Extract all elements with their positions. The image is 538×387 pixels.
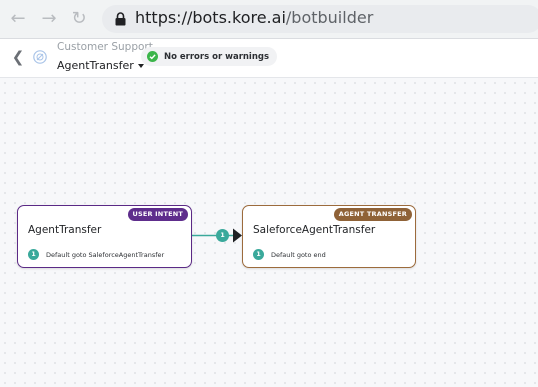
url-base: https://bots.kore.ai [135, 8, 286, 27]
bot-name: Customer Support [57, 41, 153, 53]
transition-rule[interactable]: 1 Default goto end [253, 249, 326, 260]
status-badge: No errors or warnings [141, 47, 278, 66]
arrow-left-icon[interactable]: ← [7, 8, 29, 30]
transition-rule[interactable]: 1 Default goto SaleforceAgentTransfer [28, 249, 164, 260]
reload-icon[interactable]: ↻ [68, 8, 90, 30]
status-text: No errors or warnings [164, 51, 270, 62]
rule-text: Default goto SaleforceAgentTransfer [46, 250, 165, 259]
url-path: /botbuilder [285, 8, 374, 27]
url-text[interactable]: https://bots.kore.ai/botbuilder [135, 7, 373, 29]
lock-icon [115, 12, 126, 26]
caret-down-icon [137, 64, 144, 68]
bot-icon [33, 50, 47, 64]
user-intent-node[interactable]: USER INTENT AgentTransfer 1 Default goto… [17, 205, 192, 268]
task-selector[interactable]: AgentTransfer [57, 59, 144, 72]
chevron-left-icon[interactable]: ❮ [10, 49, 26, 65]
rule-number: 1 [28, 249, 39, 260]
node-title: AgentTransfer [28, 224, 102, 236]
task-name: AgentTransfer [57, 59, 134, 72]
user-intent-badge: USER INTENT [127, 208, 188, 221]
agent-transfer-node[interactable]: AGENT TRANSFER SaleforceAgentTransfer 1 … [242, 205, 416, 268]
connector-label[interactable]: 1 [216, 229, 229, 242]
browser-toolbar: ← → ↻ https://bots.kore.ai/botbuilder [0, 0, 538, 39]
app-header: ❮ Customer Support AgentTransfer No erro… [0, 39, 538, 78]
rule-number: 1 [253, 249, 264, 260]
check-circle-icon [147, 51, 158, 62]
agent-transfer-badge: AGENT TRANSFER [333, 208, 412, 221]
rule-text: Default goto end [271, 250, 326, 259]
arrow-right-icon[interactable]: → [38, 8, 60, 30]
node-title: SaleforceAgentTransfer [253, 224, 376, 236]
